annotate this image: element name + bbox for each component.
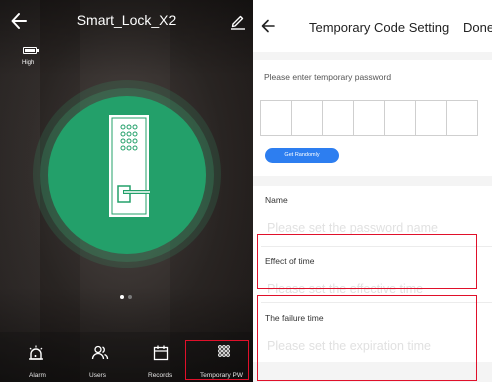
code-digit-box[interactable] [353, 100, 385, 136]
name-label: Name [265, 195, 288, 205]
section-divider [253, 52, 492, 60]
lock-top-bar: Smart_Lock_X2 [0, 0, 253, 44]
lock-name-title: Smart_Lock_X2 [76, 12, 177, 28]
code-digit-box[interactable] [446, 100, 478, 136]
temporary-code-panel: Temporary Code Setting Done Please enter… [253, 0, 492, 382]
password-prompt: Please enter temporary password [264, 72, 392, 82]
battery-icon [23, 47, 39, 54]
page-title: Temporary Code Setting [309, 20, 450, 35]
settings-header: Temporary Code Setting Done [253, 0, 492, 52]
code-digit-box[interactable] [291, 100, 323, 136]
code-digit-box[interactable] [322, 100, 354, 136]
temporary-pw-highlight [185, 340, 249, 380]
nav-records[interactable]: Records [140, 332, 184, 382]
effect-time-highlight [257, 234, 477, 289]
calendar-icon [153, 345, 169, 361]
code-digit-box[interactable] [260, 100, 292, 136]
smart-lock-icon [109, 115, 150, 217]
done-button[interactable]: Done [463, 20, 492, 35]
users-icon [91, 345, 109, 360]
battery-fill [25, 49, 35, 52]
code-digit-box[interactable] [415, 100, 447, 136]
nav-label-users: Users [89, 372, 106, 379]
nav-alarm[interactable]: Alarm [18, 332, 58, 382]
lock-home-panel: Smart_Lock_X2 High Alarm Users Records T… [0, 0, 253, 382]
nav-label-alarm: Alarm [29, 372, 46, 379]
page-dot [128, 295, 132, 299]
battery-label: High [22, 60, 35, 66]
failure-time-highlight [257, 295, 477, 381]
page-indicator [118, 286, 134, 304]
edit-pencil-icon[interactable] [229, 12, 247, 30]
page-dot [120, 295, 124, 299]
alarm-icon [29, 345, 43, 360]
back-arrow-icon[interactable] [261, 18, 275, 34]
code-input-group [260, 100, 478, 136]
section-divider [253, 176, 492, 186]
get-randomly-button[interactable]: Get Randomly [265, 148, 339, 163]
nav-label-records: Records [148, 372, 173, 379]
code-digit-box[interactable] [384, 100, 416, 136]
nav-users[interactable]: Users [80, 332, 120, 382]
name-input[interactable]: Please set the password name [267, 221, 438, 235]
